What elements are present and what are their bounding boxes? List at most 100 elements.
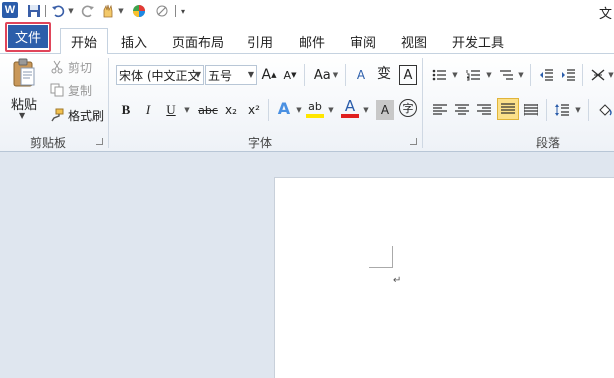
numbering-icon xyxy=(466,70,480,81)
color-wheel-icon[interactable] xyxy=(131,2,147,20)
clipboard-group-label: 剪贴板 xyxy=(29,136,66,150)
text-effect-dropdown-icon[interactable]: ▼ xyxy=(293,100,303,120)
italic-button[interactable]: I xyxy=(140,100,156,120)
ribbon-home: 粘贴 ▼ 剪切 复制 格式刷 剪贴板 宋体 (中文正文 ▼ 五号 ▼ A ▲ A ▼… xyxy=(0,54,614,152)
line-spacing-button[interactable] xyxy=(553,100,571,120)
font-size-arrow-icon: ▼ xyxy=(247,70,254,79)
numbering-dropdown-icon[interactable]: ▼ xyxy=(483,65,493,85)
highlight-button[interactable]: ab xyxy=(306,98,324,118)
superscript-button[interactable]: x² xyxy=(245,100,263,120)
tab-home[interactable]: 开始 xyxy=(60,28,108,55)
align-center-icon xyxy=(455,104,469,115)
tab-references[interactable]: 引用 xyxy=(240,28,280,54)
character-shading-button[interactable]: A xyxy=(376,100,394,120)
word-app-icon[interactable]: W xyxy=(2,2,18,18)
document-canvas xyxy=(0,152,614,378)
ink-icon[interactable] xyxy=(154,2,170,20)
align-left-icon xyxy=(433,104,447,115)
strikethrough-button[interactable]: abc xyxy=(196,100,220,120)
copy-button[interactable]: 复制 xyxy=(50,81,92,99)
multilevel-dropdown-icon[interactable]: ▼ xyxy=(515,65,525,85)
font-color-button[interactable]: A xyxy=(341,97,359,118)
clear-format-button[interactable]: A xyxy=(352,65,370,85)
cut-button[interactable]: 剪切 xyxy=(50,58,92,76)
text-effect-button[interactable]: A xyxy=(275,98,293,118)
paragraph-group-label: 段落 xyxy=(535,136,560,150)
clipboard-launcher-icon[interactable] xyxy=(96,138,103,145)
chinese-layout-button[interactable] xyxy=(589,65,607,85)
format-painter-label: 格式刷 xyxy=(68,108,105,123)
bullets-icon xyxy=(432,69,446,81)
save-icon[interactable] xyxy=(26,2,42,20)
touch-dropdown-icon[interactable]: ▼ xyxy=(116,2,126,20)
redo-icon[interactable] xyxy=(80,2,96,20)
multilevel-list-button[interactable] xyxy=(497,65,515,85)
paste-dropdown-icon[interactable]: ▼ xyxy=(19,111,25,120)
change-case-button[interactable]: Aa ▼ xyxy=(312,65,340,85)
chinese-layout-dropdown-icon[interactable]: ▼ xyxy=(606,65,614,85)
clear-format-icon: A xyxy=(356,68,366,82)
character-border-button[interactable]: A xyxy=(399,65,417,85)
font-size-value: 五号 xyxy=(208,68,233,83)
shrink-font-button[interactable]: A ▼ xyxy=(282,65,298,85)
format-painter-icon xyxy=(50,108,64,122)
tab-developer[interactable]: 开发工具 xyxy=(446,28,510,54)
grow-font-button[interactable]: A ▲ xyxy=(261,65,277,85)
justify-icon xyxy=(501,103,515,114)
highlight-icon: ab xyxy=(308,99,322,113)
tab-file[interactable]: 文件 xyxy=(8,25,48,48)
enclose-characters-button[interactable]: 字 xyxy=(399,99,417,117)
tab-insert[interactable]: 插入 xyxy=(114,28,154,54)
paste-icon[interactable] xyxy=(12,58,36,87)
enclose-characters-icon: 字 xyxy=(402,102,414,115)
tab-review[interactable]: 审阅 xyxy=(343,28,383,54)
highlight-dropdown-icon[interactable]: ▼ xyxy=(325,100,335,120)
undo-dropdown-icon[interactable]: ▼ xyxy=(66,2,76,20)
paint-bucket-icon xyxy=(599,104,612,116)
bullets-button[interactable] xyxy=(430,65,448,85)
grow-font-icon: A xyxy=(261,67,272,83)
chinese-layout-icon xyxy=(591,69,605,81)
align-right-button[interactable] xyxy=(475,100,493,120)
scissors-icon xyxy=(50,60,64,74)
numbering-button[interactable] xyxy=(464,65,482,85)
multilevel-list-icon xyxy=(500,70,513,80)
shading-button[interactable] xyxy=(596,100,614,120)
subscript-button[interactable]: x₂ xyxy=(222,100,240,120)
underline-button[interactable]: U xyxy=(163,100,179,120)
underline-dropdown-icon[interactable]: ▼ xyxy=(181,100,191,120)
window-title: 文 xyxy=(598,7,612,22)
bold-button[interactable]: B xyxy=(118,100,134,120)
align-left-button[interactable] xyxy=(431,100,449,120)
phonetic-guide-button[interactable]: 变 xyxy=(374,63,394,83)
font-size-dropdown[interactable]: 五号 ▼ xyxy=(205,65,257,85)
distributed-button[interactable] xyxy=(522,100,540,120)
tab-view[interactable]: 视图 xyxy=(394,28,434,54)
font-name-arrow-icon: ▼ xyxy=(194,70,201,79)
ribbon-tab-row: 文件 开始 插入 页面布局 引用 邮件 审阅 视图 开发工具 xyxy=(0,22,614,55)
change-case-icon: Aa xyxy=(313,67,331,83)
justify-button[interactable] xyxy=(497,98,519,120)
font-name-dropdown[interactable]: 宋体 (中文正文 ▼ xyxy=(116,65,204,85)
cut-label: 剪切 xyxy=(68,60,93,75)
font-color-dropdown-icon[interactable]: ▼ xyxy=(360,100,370,120)
align-center-button[interactable] xyxy=(453,100,471,120)
format-painter-button[interactable]: 格式刷 xyxy=(50,106,104,124)
tab-mailings[interactable]: 邮件 xyxy=(292,28,332,54)
touch-mode-icon[interactable] xyxy=(100,2,116,20)
bullets-dropdown-icon[interactable]: ▼ xyxy=(449,65,459,85)
tab-page-layout[interactable]: 页面布局 xyxy=(166,28,230,54)
character-shading-icon: A xyxy=(380,103,390,117)
decrease-indent-button[interactable] xyxy=(537,65,555,85)
character-border-icon: A xyxy=(403,67,413,83)
decrease-indent-icon xyxy=(540,69,553,81)
align-right-icon xyxy=(477,104,491,115)
document-page[interactable] xyxy=(274,177,614,378)
customize-qat-icon[interactable]: ▾ xyxy=(178,2,188,20)
increase-indent-button[interactable] xyxy=(559,65,577,85)
undo-icon[interactable] xyxy=(50,2,66,20)
font-launcher-icon[interactable] xyxy=(410,138,417,145)
paragraph-mark-icon: ↵ xyxy=(393,275,402,286)
line-spacing-dropdown-icon[interactable]: ▼ xyxy=(572,100,582,120)
phonetic-guide-icon: 变 xyxy=(377,66,391,82)
